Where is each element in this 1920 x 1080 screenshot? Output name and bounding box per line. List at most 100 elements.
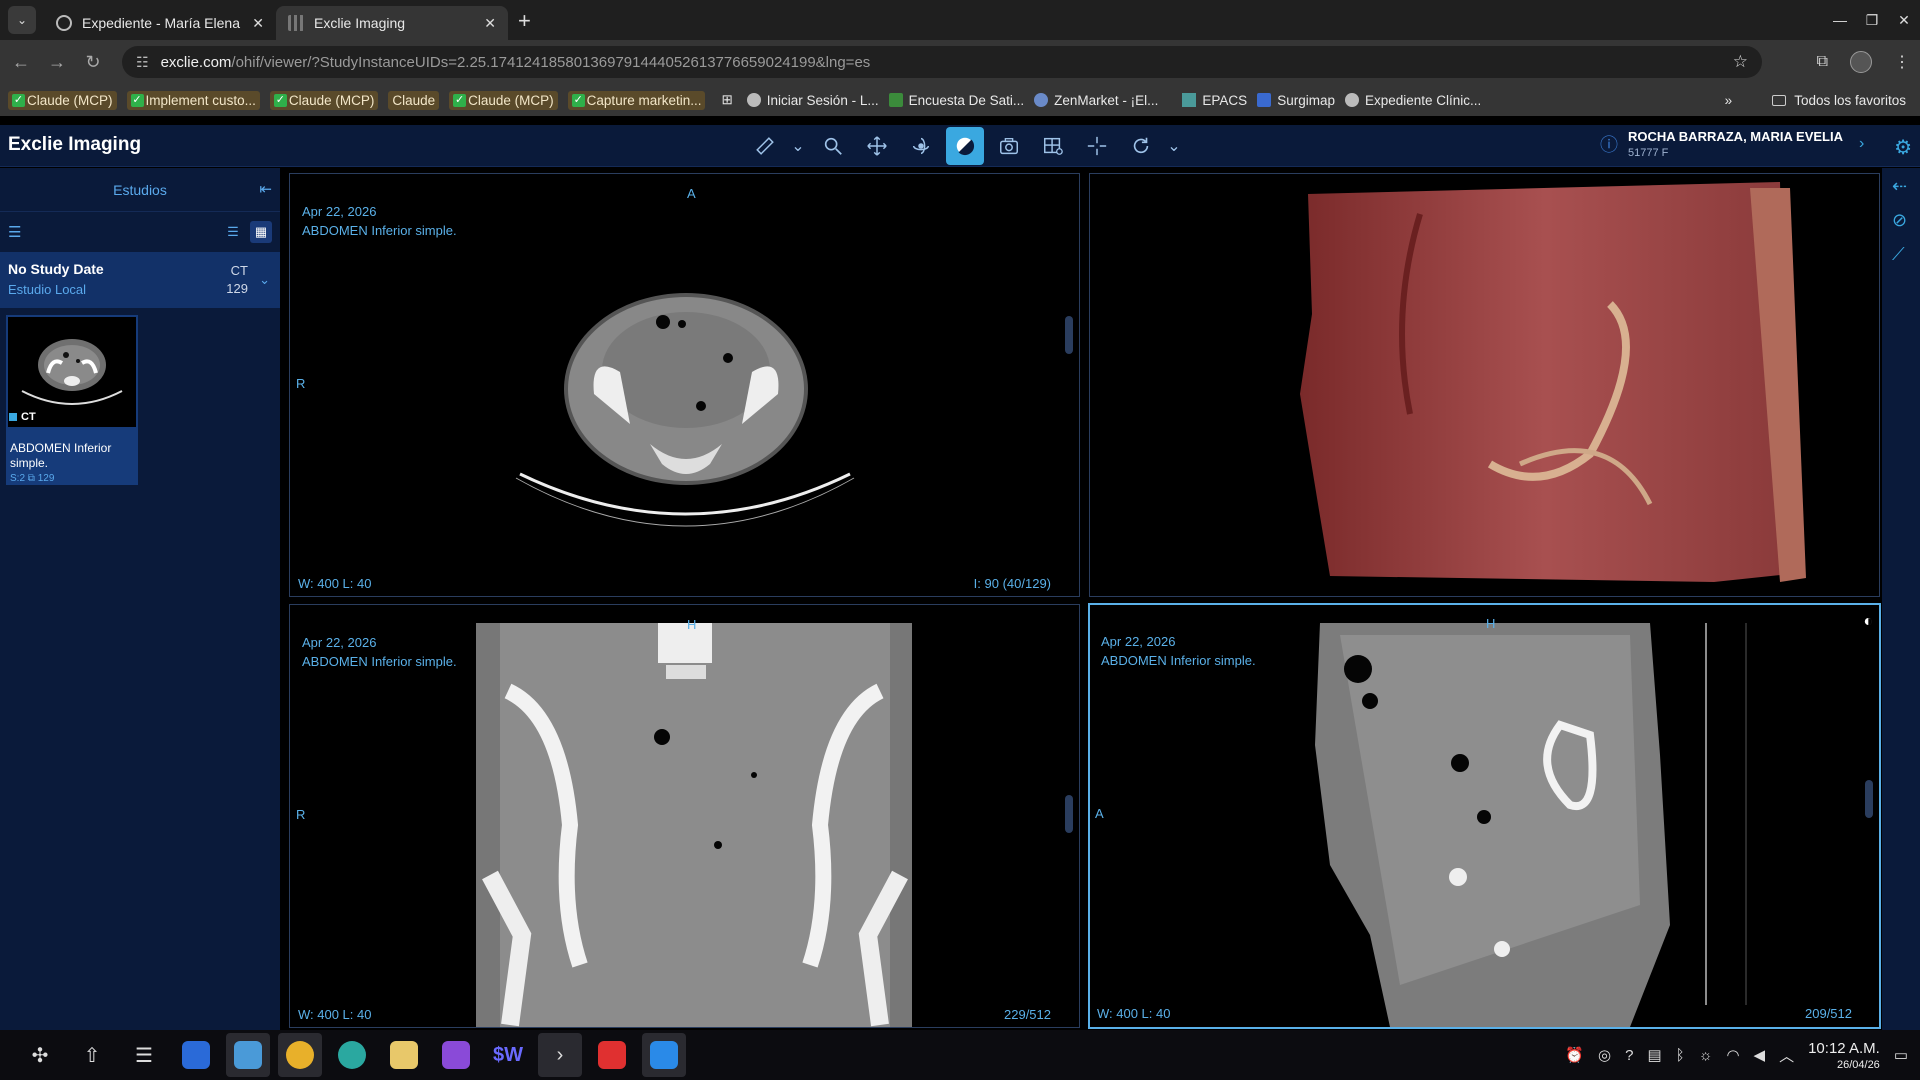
close-window-button[interactable]: ✕ [1888,0,1920,40]
layout-tool[interactable] [1034,127,1072,165]
url-host: exclie.com [160,53,232,71]
check-icon: ✓ [130,93,144,107]
url-field[interactable]: ☷ exclie.com /ohif/viewer/?StudyInstance… [122,46,1762,78]
viewport-axial[interactable]: A R Apr 22, 2026 ABDOMEN Inferior simple… [289,173,1080,597]
bookmark-item[interactable]: ✓ Implement custo... [126,90,260,110]
tray-expand-icon[interactable]: ︿ [1779,1045,1794,1066]
app-tray-icon[interactable]: ◎ [1598,1046,1611,1064]
measurement-icon[interactable]: ⟋ [1892,244,1905,265]
back-button[interactable]: ← [6,52,36,73]
app-title: Exclie Imaging [8,134,142,155]
app-icon[interactable] [330,1033,374,1077]
patient-info[interactable]: ⓘ ROCHA BARRAZA, MARIA EVELIA 51777 F › [1600,129,1864,159]
clock[interactable]: 10:12 A.M. 26/04/26 [1808,1040,1880,1071]
studies-tab[interactable]: Estudios [113,182,167,198]
system-tray: ⏰ ◎ ? ▤ ᛒ ☼ ◠ ◀ ︿ 10:12 A.M. 26/04/26 ▭ [1565,1030,1908,1080]
bookmark-star-icon[interactable]: ☆ [1733,52,1748,72]
bookmark-item[interactable]: ✓ Claude (MCP) [269,90,379,110]
window-level-tool[interactable] [946,127,984,165]
viewport-coronal[interactable]: H R Apr 22, 2026 ABDOMEN Inferior simple… [289,604,1080,1028]
reset-tool[interactable] [1122,127,1160,165]
sync-icon[interactable] [642,1033,686,1077]
update-icon[interactable]: ⇧ [70,1033,114,1077]
files-icon[interactable] [226,1033,270,1077]
browser-tabbar: ⌄ Expediente - María Elena G ✕ Exclie Im… [0,0,1920,40]
close-tab-icon[interactable]: ✕ [252,15,264,32]
patient-name: ROCHA BARRAZA, MARIA EVELIA [1628,129,1843,144]
clipboard-icon[interactable]: ▤ [1647,1046,1661,1064]
series-thumbnail[interactable]: CT ABDOMEN Inferior simple. S:2 ⧉ 129 [6,315,138,485]
more-bookmarks-button[interactable]: » [1725,93,1733,108]
tab-search-button[interactable]: ⌄ [8,6,36,34]
viewport-scrollbar[interactable] [1065,795,1073,833]
viewer-icon[interactable] [434,1033,478,1077]
browser-menu-icon[interactable]: ⋮ [1894,52,1910,72]
viewport-scrollbar[interactable] [1065,316,1073,354]
rotate-3d-tool[interactable] [902,127,940,165]
browser-tab-expediente[interactable]: Expediente - María Elena G ✕ [44,6,276,40]
wifi-icon[interactable]: ◠ [1726,1046,1739,1064]
bookmark-item[interactable]: EPACS [1182,93,1247,108]
grid-view-icon[interactable]: ▦ [250,221,272,243]
study-item[interactable]: No Study Date Estudio Local CT 129 ⌄ [0,252,280,308]
new-tab-button[interactable]: + [518,8,531,34]
store-icon[interactable] [174,1033,218,1077]
settings-gear-icon[interactable]: ⚙ [1894,135,1912,160]
browser-tab-exclie[interactable]: Exclie Imaging ✕ [276,6,508,40]
restore-button[interactable]: ❐ [1856,0,1888,40]
volume-icon[interactable]: ◀ [1754,1046,1766,1064]
bookmark-item[interactable]: Surgimap [1257,93,1335,108]
reload-button[interactable]: ↻ [78,52,108,73]
bookmark-item[interactable]: Encuesta De Sati... [888,93,1024,108]
bookmark-item[interactable]: ZenMarket - ¡El... [1034,93,1158,108]
show-desktop-icon[interactable]: ▭ [1894,1046,1908,1064]
minimize-button[interactable]: — [1824,0,1856,40]
apps-grid-icon[interactable]: ⊞ [721,92,732,108]
site-info-icon[interactable]: ☷ [136,54,149,71]
filter-settings-icon[interactable]: ☰ [8,223,21,241]
help-icon[interactable]: ? [1625,1047,1633,1064]
chevron-down-icon[interactable]: ⌄ [259,272,270,288]
bookmark-item[interactable]: ✓ Claude (MCP) [449,90,558,110]
launcher-icon[interactable]: ✣ [18,1033,62,1077]
extensions-icon[interactable]: ⧉ [1817,53,1828,71]
settings-sliders-icon[interactable]: ☰ [122,1033,166,1077]
sw-icon[interactable]: $W [486,1033,530,1077]
toolbar: ⌄ ⌄ [746,127,1190,165]
mi-icon[interactable] [590,1033,634,1077]
brightness-icon[interactable]: ☼ [1699,1047,1713,1064]
viewport-scrollbar[interactable] [1865,780,1873,818]
globe-icon [1344,93,1359,107]
study-date-overlay: Apr 22, 2026 [302,204,377,219]
crosshairs-tool[interactable] [1078,127,1116,165]
pan-tool[interactable] [858,127,896,165]
bookmark-item[interactable]: Claude [388,90,440,110]
close-tab-icon[interactable]: ✕ [484,15,496,32]
bookmark-item[interactable]: Iniciar Sesión - L... [746,93,879,108]
bookmark-item[interactable]: Expediente Clínic... [1344,93,1481,108]
profile-avatar[interactable] [1850,51,1872,73]
measure-ruler-tool[interactable] [746,127,784,165]
alarm-icon[interactable]: ⏰ [1565,1046,1584,1064]
bookmark-item[interactable]: ✓ Capture marketin... [567,90,706,110]
image-index-overlay: 229/512 [1004,1007,1051,1022]
list-view-icon[interactable]: ☰ [222,221,244,243]
bluetooth-icon[interactable]: ᛒ [1676,1047,1685,1064]
capture-tool[interactable] [990,127,1028,165]
collapse-panel-icon[interactable]: ⇤ [259,180,272,198]
terminal-icon[interactable]: › [538,1033,582,1077]
viewport-sagittal[interactable]: H A Apr 22, 2026 ABDOMEN Inferior simple… [1088,603,1881,1029]
bookmark-item[interactable]: ✓ Claude (MCP) [8,90,117,110]
segmentation-icon[interactable]: ⊘ [1892,210,1907,231]
notes-icon[interactable] [382,1033,426,1077]
all-favorites-folder[interactable]: Todos los favoritos [1772,93,1906,108]
tab-title: Expediente - María Elena G [82,15,245,31]
expand-panel-icon[interactable]: ⇠ [1892,176,1907,197]
chrome-icon[interactable] [278,1033,322,1077]
zoom-tool[interactable] [814,127,852,165]
studies-header: Estudios ⇤ [0,168,280,212]
more-tools-dropdown[interactable]: ⌄ [1166,127,1182,165]
measure-dropdown[interactable]: ⌄ [790,127,806,165]
viewport-3d[interactable] [1089,173,1880,597]
forward-button[interactable]: → [42,52,72,73]
